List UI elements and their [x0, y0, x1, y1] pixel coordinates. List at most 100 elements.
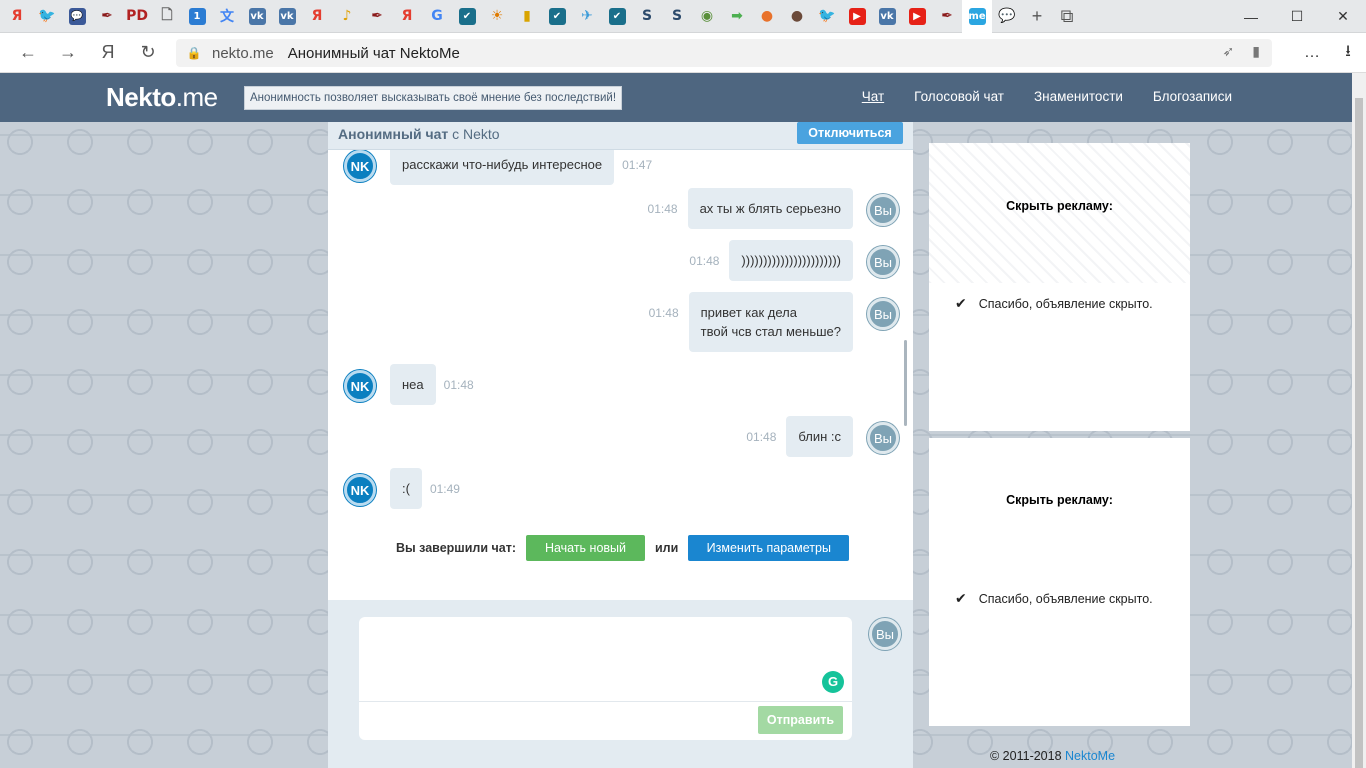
browser-tab[interactable]: 🐦 [32, 0, 62, 33]
browser-tab[interactable]: ● [782, 0, 812, 33]
twitter-icon: 🐦 [38, 8, 56, 24]
chat-panel: Анонимный чат с Nekto Отключиться NK расс… [328, 122, 913, 768]
browser-tab[interactable]: Я [2, 0, 32, 33]
bookmark-icon[interactable]: ▮ [1252, 43, 1260, 60]
browser-tab[interactable]: ▶ [842, 0, 872, 33]
browser-tab[interactable]: Я [392, 0, 422, 33]
nav-link[interactable]: Чат [862, 89, 884, 104]
page-scrollbar-thumb[interactable] [1355, 98, 1363, 768]
browser-tab[interactable]: S [662, 0, 692, 33]
browser-tab[interactable]: ✔ [452, 0, 482, 33]
page-scrollbar[interactable] [1352, 73, 1366, 768]
browser-tab[interactable]: me [962, 0, 992, 33]
browser-tab[interactable]: ✒ [932, 0, 962, 33]
chat-title: Анонимный чат с Nekto [338, 126, 500, 142]
browser-tab[interactable]: ✔ [542, 0, 572, 33]
back-button[interactable]: ← [8, 33, 48, 73]
start-new-chat-button[interactable]: Начать новый [525, 535, 645, 561]
browser-tab[interactable]: 🗋 [152, 0, 182, 33]
browser-tab[interactable]: vk [272, 0, 302, 33]
chat-icon: 💬 [68, 7, 86, 25]
new-tab-button[interactable]: + [1022, 0, 1052, 33]
nekto-avatar: NK [344, 370, 376, 402]
browser-tab[interactable]: ♪ [332, 0, 362, 33]
maximize-button[interactable]: ☐ [1274, 0, 1320, 33]
tiktok-icon: ♪ [342, 8, 352, 24]
yandex-icon: Я [311, 8, 323, 24]
message-bubble: неа [390, 364, 436, 405]
top-navigation: Чат Голосовой чат Знаменитости Блогозаписи [862, 89, 1232, 104]
browser-tab[interactable]: G [422, 0, 452, 33]
message-bubble: расскажи что-нибудь интересное [390, 150, 615, 185]
message-time: 01:48 [443, 378, 474, 392]
sunset-icon: ☀ [490, 8, 504, 24]
browser-tab[interactable]: ▶ [902, 0, 932, 33]
browser-tab[interactable]: ▮ [512, 0, 542, 33]
browser-tab[interactable]: ☀ [482, 0, 512, 33]
browser-tab[interactable]: ✒ [92, 0, 122, 33]
nav-link[interactable]: Голосовой чат [914, 89, 1004, 104]
yandex-icon: Я [11, 8, 23, 24]
one-icon: 1 [188, 7, 206, 25]
disconnect-button[interactable]: Отключиться [797, 122, 903, 144]
chat-scrollbar[interactable] [904, 340, 907, 426]
browser-tab[interactable]: ➡ [722, 0, 752, 33]
browser-tab[interactable]: ● [752, 0, 782, 33]
send-button[interactable]: Отправить [758, 706, 843, 734]
yandex-home-button[interactable]: Я [88, 33, 128, 73]
chat-header: Анонимный чат с Nekto Отключиться [328, 122, 913, 150]
my-avatar: Вы [869, 618, 901, 650]
browser-tab[interactable]: vk [872, 0, 902, 33]
restore-tabs-button[interactable]: ⧉ [1052, 0, 1082, 33]
site-logo[interactable]: Nekto.me [106, 82, 218, 113]
hide-ad-label: Скрыть рекламу: [1006, 493, 1113, 507]
footer-link[interactable]: NektoMe [1065, 749, 1115, 763]
message-list[interactable]: NK расскажи что-нибудь интересное 01:47 01:… [328, 150, 913, 600]
url-domain: nekto.me [212, 44, 274, 62]
browser-tab[interactable]: vk [242, 0, 272, 33]
ad-hidden-message: ✔ Спасибо, объявление скрыто. [955, 590, 1153, 607]
browser-tab[interactable]: 1 [182, 0, 212, 33]
browser-tab-bar: Я 🐦 💬 ✒ PD 🗋 1 文 vk vk Я ♪ ✒ Я G ✔ ☀ ▮ ✔ ✈ ✔ S S ◉ ➡ ● ● 🐦 ▶ vk ▶ ✒ me 💬 … [0, 0, 1366, 33]
browser-tab[interactable]: ✔ [602, 0, 632, 33]
close-window-button[interactable]: ✕ [1320, 0, 1366, 33]
checkmark-icon: ✔ [955, 295, 967, 311]
lock-icon[interactable]: 🔒 [184, 46, 204, 60]
s-icon: S [671, 8, 683, 24]
browser-tab[interactable]: PD [122, 0, 152, 33]
browser-tab[interactable]: Я [302, 0, 332, 33]
arrow-icon: ➡ [731, 8, 743, 24]
browser-tab[interactable]: ✒ [362, 0, 392, 33]
refresh-button[interactable]: ↻ [128, 33, 168, 73]
browser-tab[interactable]: 文 [212, 0, 242, 33]
nav-link[interactable]: Знаменитости [1034, 89, 1123, 104]
message-time: 01:48 [689, 254, 720, 268]
browser-tab[interactable]: 💬 [62, 0, 92, 33]
incoming-message: NK:(01:49 [344, 468, 460, 509]
nav-link[interactable]: Блогозаписи [1153, 89, 1232, 104]
avatar-icon: ● [790, 8, 804, 24]
my-avatar: Вы [867, 194, 899, 226]
message-text: блин :c [798, 429, 841, 444]
url-field[interactable]: 🔒 nekto.me Анонимный чат NektoMe ➶ ▮ [176, 39, 1272, 67]
downloads-button[interactable]: ⭳ [1330, 33, 1366, 73]
browser-tab[interactable]: 🐦 [812, 0, 842, 33]
more-menu-button[interactable]: … [1294, 33, 1330, 73]
twitter-icon: 🐦 [818, 8, 836, 24]
grammarly-icon[interactable]: G [822, 671, 844, 693]
change-parameters-button[interactable]: Изменить параметры [688, 535, 850, 561]
message-input[interactable]: G Отправить [359, 617, 852, 740]
ad-block-2: Скрыть рекламу: ✔ Спасибо, объявление скр… [929, 438, 1190, 726]
footer: © 2011-2018 NektoMe [990, 749, 1115, 763]
message-time: 01:48 [647, 202, 678, 216]
browser-tab[interactable]: ◉ [692, 0, 722, 33]
browser-tab[interactable]: 💬 [992, 0, 1022, 33]
browser-tab[interactable]: ✈ [572, 0, 602, 33]
message-bubble: :( [390, 468, 422, 509]
message-text: привет как дела [700, 305, 797, 320]
browser-tab[interactable]: S [632, 0, 662, 33]
checkmark-icon: ✔ [955, 590, 967, 606]
minimize-button[interactable]: — [1228, 0, 1274, 33]
pin-icon[interactable]: ➶ [1223, 43, 1235, 60]
forward-button[interactable]: → [48, 33, 88, 73]
